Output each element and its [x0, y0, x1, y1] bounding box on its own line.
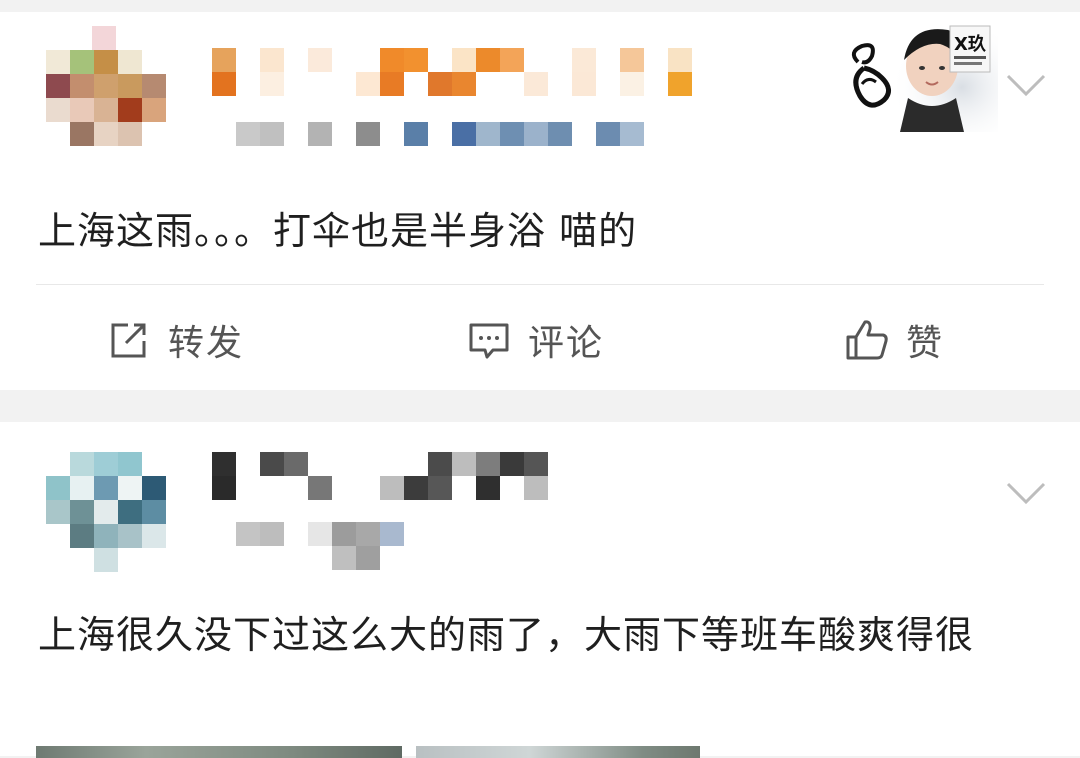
post-text: 上海这雨。。。打伞也是半身浴 喵的 — [38, 209, 638, 253]
comment-icon — [469, 323, 509, 359]
author-name[interactable] — [190, 48, 710, 158]
badge-text: X玖 — [954, 33, 987, 55]
post-card: 上海很久没下过这么大的雨了，大雨下等班车酸爽得很 — [0, 422, 1080, 758]
avatar[interactable] — [46, 26, 166, 146]
post-image-thumbnail[interactable] — [36, 746, 402, 758]
like-icon — [846, 320, 888, 360]
repost-label: 转发 — [168, 323, 245, 364]
like-label: 赞 — [906, 323, 945, 364]
chevron-down-icon[interactable] — [1004, 478, 1048, 508]
post-image-thumbnail[interactable] — [416, 746, 700, 758]
chevron-down-icon[interactable] — [1004, 70, 1048, 100]
repost-button[interactable]: 转发 — [106, 312, 244, 368]
repost-icon — [111, 323, 146, 358]
divider — [36, 284, 1044, 285]
post-card: X玖 上海这雨。。。打伞也是半身浴 喵的 转发 评论 赞 — [0, 12, 1080, 390]
author-name[interactable] — [190, 452, 710, 570]
like-button[interactable]: 赞 — [844, 312, 944, 368]
avatar[interactable] — [46, 452, 166, 572]
post-text: 上海很久没下过这么大的雨了，大雨下等班车酸爽得很 — [38, 613, 975, 657]
fan-badge-image[interactable]: X玖 — [838, 20, 998, 132]
comment-button[interactable]: 评论 — [466, 312, 604, 368]
comment-label: 评论 — [528, 323, 605, 364]
